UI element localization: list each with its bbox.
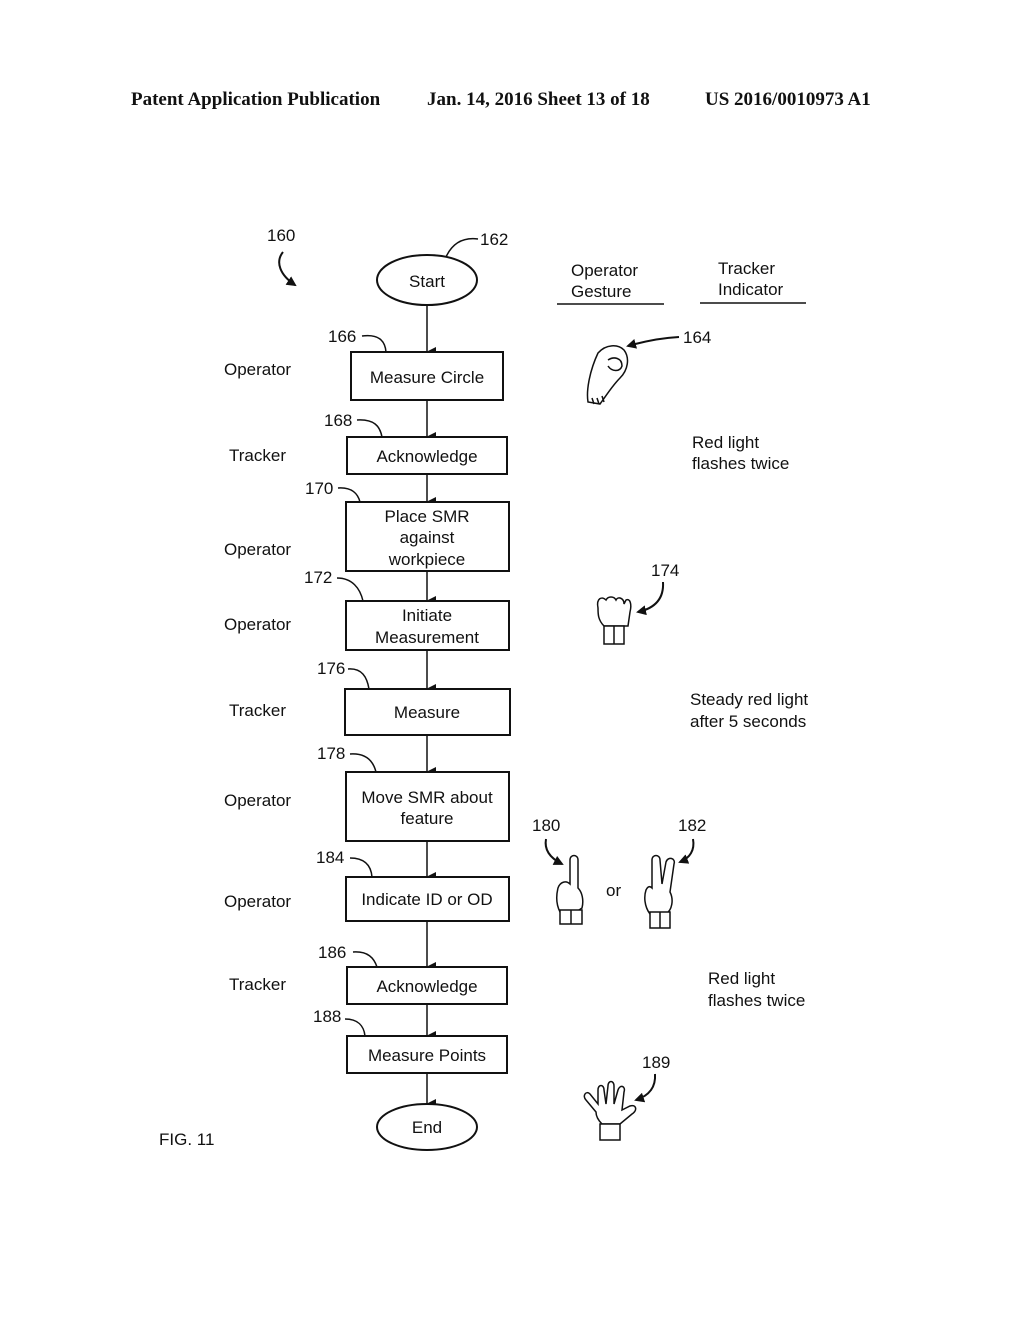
gesture-ref-164: 164: [683, 328, 711, 347]
two-finger-gesture-icon: [644, 854, 676, 929]
one-finger-gesture-icon: [555, 854, 584, 925]
ref-160-arrow: [278, 251, 297, 287]
ref-160: 160: [267, 226, 295, 245]
gesture-ref-189: 189: [642, 1053, 670, 1072]
actor-label: Tracker: [229, 975, 286, 994]
indicator-3-line2: flashes twice: [708, 991, 805, 1010]
step-label-line1: Move SMR about: [361, 788, 493, 807]
ref-182-arrow: [678, 838, 695, 864]
step-178: Move SMR about feature 178 Operator: [224, 744, 510, 842]
col-gesture-line2: Gesture: [571, 282, 631, 301]
fist-gesture-icon: [596, 596, 632, 645]
gesture-ref-182: 182: [678, 816, 706, 835]
indicator-2-line2: after 5 seconds: [690, 712, 806, 731]
step-label-line2: against: [400, 528, 455, 547]
actor-label: Tracker: [229, 446, 286, 465]
indicator-1-line2: flashes twice: [692, 454, 789, 473]
step-ref: 186: [318, 943, 346, 962]
step-label: Measure: [394, 703, 460, 722]
actor-label: Operator: [224, 892, 291, 911]
col-gesture-line1: Operator: [571, 261, 638, 280]
ref-leader: [349, 857, 373, 878]
step-176: Measure 176 Tracker: [229, 659, 511, 736]
step-ref: 168: [324, 411, 352, 430]
start-label: Start: [409, 272, 445, 291]
step-label: Measure Circle: [370, 368, 484, 387]
ref-174-arrow: [636, 581, 665, 616]
ref-189-arrow: [634, 1073, 657, 1103]
flowchart: 160 Operator Gesture Tracker Indicator S…: [159, 226, 808, 1151]
actor-label: Operator: [224, 540, 291, 559]
ref-leader: [356, 419, 383, 438]
step-ref: 178: [317, 744, 345, 763]
step-label-line2: Measurement: [375, 628, 479, 647]
step-label-line2: feature: [401, 809, 454, 828]
step-label: Acknowledge: [376, 447, 477, 466]
ref-162: 162: [480, 230, 508, 249]
step-label: Indicate ID or OD: [361, 890, 492, 909]
or-label: or: [606, 881, 621, 900]
actor-label: Operator: [224, 360, 291, 379]
figure-label: FIG. 11: [159, 1130, 214, 1149]
open-hand-gesture-icon: [583, 1080, 637, 1141]
ref-leader: [336, 577, 364, 602]
hand-circle-gesture-icon: [586, 345, 629, 405]
step-ref: 172: [304, 568, 332, 587]
ref-162-leader: [445, 237, 479, 258]
step-ref: 166: [328, 327, 356, 346]
indicator-2-line1: Steady red light: [690, 690, 808, 709]
step-ref: 170: [305, 479, 333, 498]
step-170: Place SMR against workpiece 170 Operator: [224, 479, 510, 572]
col-indicator-line2: Indicator: [718, 280, 784, 299]
gesture-ref-180: 180: [532, 816, 560, 835]
col-indicator-line1: Tracker: [718, 259, 775, 278]
step-label-line3: workpiece: [388, 550, 466, 569]
step-ref: 184: [316, 848, 344, 867]
gesture-ref-174: 174: [651, 561, 679, 580]
step-184: Indicate ID or OD 184 Operator: [224, 848, 510, 922]
actor-label: Operator: [224, 615, 291, 634]
step-186: Acknowledge 186 Tracker: [229, 943, 508, 1005]
ref-leader: [349, 753, 377, 773]
step-172: Initiate Measurement 172 Operator: [224, 568, 510, 651]
ref-leader: [337, 487, 361, 503]
step-label-line1: Initiate: [402, 606, 452, 625]
indicator-1-line1: Red light: [692, 433, 759, 452]
step-label: Measure Points: [368, 1046, 486, 1065]
ref-164-arrow: [626, 336, 680, 349]
step-ref: 188: [313, 1007, 341, 1026]
ref-leader: [352, 951, 378, 968]
ref-leader: [344, 1018, 366, 1037]
step-188: Measure Points 188: [313, 1007, 508, 1074]
step-label: Acknowledge: [376, 977, 477, 996]
ref-leader: [361, 334, 387, 353]
actor-label: Operator: [224, 791, 291, 810]
actor-label: Tracker: [229, 701, 286, 720]
indicator-3-line1: Red light: [708, 969, 775, 988]
step-168: Acknowledge 168 Tracker: [229, 411, 508, 475]
step-166: Measure Circle 166 Operator: [224, 327, 504, 401]
ref-180-arrow: [544, 838, 564, 865]
step-ref: 176: [317, 659, 345, 678]
ref-leader: [347, 668, 370, 690]
end-label: End: [412, 1118, 442, 1137]
step-label-line1: Place SMR: [384, 507, 469, 526]
